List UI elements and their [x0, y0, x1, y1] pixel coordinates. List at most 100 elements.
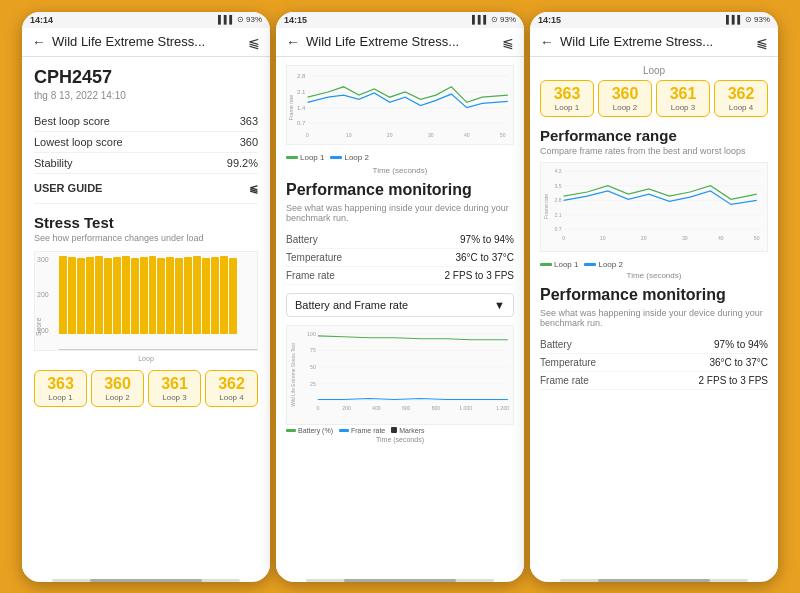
svg-text:25: 25 — [310, 380, 316, 386]
svg-text:30: 30 — [428, 131, 434, 137]
perf-title-2: Performance monitoring — [286, 181, 514, 199]
user-guide-row[interactable]: USER GUIDE ⫹ — [34, 174, 258, 204]
lowest-loop-label: Lowest loop score — [34, 136, 123, 148]
loop-label-top-3: Loop 3 — [661, 103, 705, 112]
perf-desc-2: See what was happening inside your devic… — [286, 203, 514, 223]
loop-num-top-4: 362 — [719, 85, 763, 103]
svg-text:20: 20 — [641, 234, 647, 240]
framerate-label-3: Frame rate — [540, 375, 589, 386]
loop-score-top-4: 362 Loop 4 — [714, 80, 768, 117]
device-date: thg 8 13, 2022 14:10 — [34, 90, 258, 101]
status-icons-3: ▌▌▌ ⊙ 93% — [726, 15, 770, 24]
content-2: 2.8 2.1 1.4 0.7 0 10 20 30 40 50 F — [276, 57, 524, 575]
bar — [104, 258, 112, 334]
share-button-2[interactable]: ⫹ — [502, 34, 514, 50]
framerate-val-2: 2 FPS to 3 FPS — [445, 270, 514, 281]
back-button-2[interactable]: ← — [286, 34, 300, 50]
content-3: Loop 363 Loop 1 360 Loop 2 361 Loop 3 36… — [530, 57, 778, 575]
loop-num-top-1: 363 — [545, 85, 589, 103]
range-x-label: Time (seconds) — [540, 271, 768, 280]
svg-text:0.7: 0.7 — [554, 226, 561, 232]
x-axis-label-p2: Time (seconds) — [286, 166, 514, 175]
temp-label-3: Temperature — [540, 357, 596, 368]
svg-text:3.5: 3.5 — [554, 182, 561, 188]
chevron-down-icon: ▼ — [494, 299, 505, 311]
loop-num-top-3: 361 — [661, 85, 705, 103]
app-bar-3: ← Wild Life Extreme Stress... ⫹ — [530, 28, 778, 57]
framerate-label-2: Frame rate — [286, 270, 335, 281]
loop-label-3: Loop 3 — [153, 393, 196, 402]
line-chart-svg: 2.8 2.1 1.4 0.7 0 10 20 30 40 50 F — [287, 66, 513, 144]
svg-text:1.200: 1.200 — [496, 405, 509, 411]
bar — [229, 258, 237, 334]
stress-bar-chart: Score 300200100 — [34, 251, 258, 351]
back-button-1[interactable]: ← — [32, 34, 46, 50]
bar — [157, 258, 165, 334]
time-1: 14:14 — [30, 15, 53, 25]
bar — [140, 257, 148, 333]
stress-test-desc: See how performance changes under load — [34, 233, 258, 243]
temp-row-2: Temperature 36°C to 37°C — [286, 249, 514, 267]
stability-row: Stability 99.2% — [34, 153, 258, 174]
dropdown-label: Battery and Frame rate — [295, 299, 408, 311]
perf-title-3: Performance monitoring — [540, 286, 768, 304]
svg-text:4.2: 4.2 — [554, 168, 561, 174]
range-chart-svg: 4.2 3.5 2.8 2.1 0.7 0 10 20 30 40 50 Fra… — [541, 163, 767, 251]
loop-num-2: 360 — [96, 375, 139, 393]
svg-text:200: 200 — [342, 405, 351, 411]
loop-scores-1: 363 Loop 1 360 Loop 2 361 Loop 3 362 Loo… — [34, 370, 258, 407]
temp-val-2: 36°C to 37°C — [455, 252, 514, 263]
bar — [202, 258, 210, 334]
svg-text:1.000: 1.000 — [459, 405, 472, 411]
svg-text:40: 40 — [464, 131, 470, 137]
back-button-3[interactable]: ← — [540, 34, 554, 50]
bar — [77, 258, 85, 334]
stability-value: 99.2% — [227, 157, 258, 169]
svg-text:2.8: 2.8 — [297, 72, 306, 79]
wifi-icon: ⊙ — [237, 15, 244, 24]
legend-loop2-p2: Loop 2 — [344, 153, 368, 162]
time-2: 14:15 — [284, 15, 307, 25]
svg-text:20: 20 — [387, 131, 393, 137]
svg-text:0: 0 — [316, 405, 319, 411]
perf-desc-3: See what was happening inside your devic… — [540, 308, 768, 328]
battery-row-3: Battery 97% to 94% — [540, 336, 768, 354]
status-bar-2: 14:15 ▌▌▌ ⊙ 93% — [276, 12, 524, 28]
share-button-3[interactable]: ⫹ — [756, 34, 768, 50]
line-chart-top: 2.8 2.1 1.4 0.7 0 10 20 30 40 50 F — [286, 65, 514, 145]
combo-legend-markers: Markers — [399, 427, 424, 434]
dropdown-selector[interactable]: Battery and Frame rate ▼ — [286, 293, 514, 317]
wifi-icon-3: ⊙ — [745, 15, 752, 24]
perf-range-desc: Compare frame rates from the best and wo… — [540, 146, 768, 156]
loop-score-top-3: 361 Loop 3 — [656, 80, 710, 117]
loop-scores-top: 363 Loop 1 360 Loop 2 361 Loop 3 362 Loo… — [540, 80, 768, 117]
loop-score-2: 360 Loop 2 — [91, 370, 144, 407]
y-axis-labels: 300200100 — [37, 256, 49, 334]
battery-label-2: Battery — [286, 234, 318, 245]
bar — [166, 257, 174, 333]
stability-label: Stability — [34, 157, 73, 169]
status-icons-2: ▌▌▌ ⊙ 93% — [472, 15, 516, 24]
legend-loop2-p3: Loop 2 — [598, 260, 622, 269]
bar — [211, 257, 219, 333]
loop-label-top-1: Loop 1 — [545, 103, 589, 112]
app-title-3: Wild Life Extreme Stress... — [560, 34, 750, 49]
app-bar-1: ← Wild Life Extreme Stress... ⫹ — [22, 28, 270, 57]
share-button-1[interactable]: ⫹ — [248, 34, 260, 50]
battery-val-3: 97% to 94% — [714, 339, 768, 350]
svg-text:50: 50 — [500, 131, 506, 137]
time-3: 14:15 — [538, 15, 561, 25]
loop-num-top-2: 360 — [603, 85, 647, 103]
bar — [220, 256, 228, 333]
best-loop-label: Best loop score — [34, 115, 110, 127]
status-bar-1: 14:14 ▌▌▌ ⊙ 93% — [22, 12, 270, 28]
temp-row-3: Temperature 36°C to 37°C — [540, 354, 768, 372]
temp-label-2: Temperature — [286, 252, 342, 263]
svg-text:800: 800 — [432, 405, 441, 411]
loop-score-4: 362 Loop 4 — [205, 370, 258, 407]
bar — [59, 256, 67, 334]
svg-text:50: 50 — [754, 234, 760, 240]
svg-text:600: 600 — [402, 405, 411, 411]
svg-text:400: 400 — [372, 405, 381, 411]
loop-score-top-2: 360 Loop 2 — [598, 80, 652, 117]
